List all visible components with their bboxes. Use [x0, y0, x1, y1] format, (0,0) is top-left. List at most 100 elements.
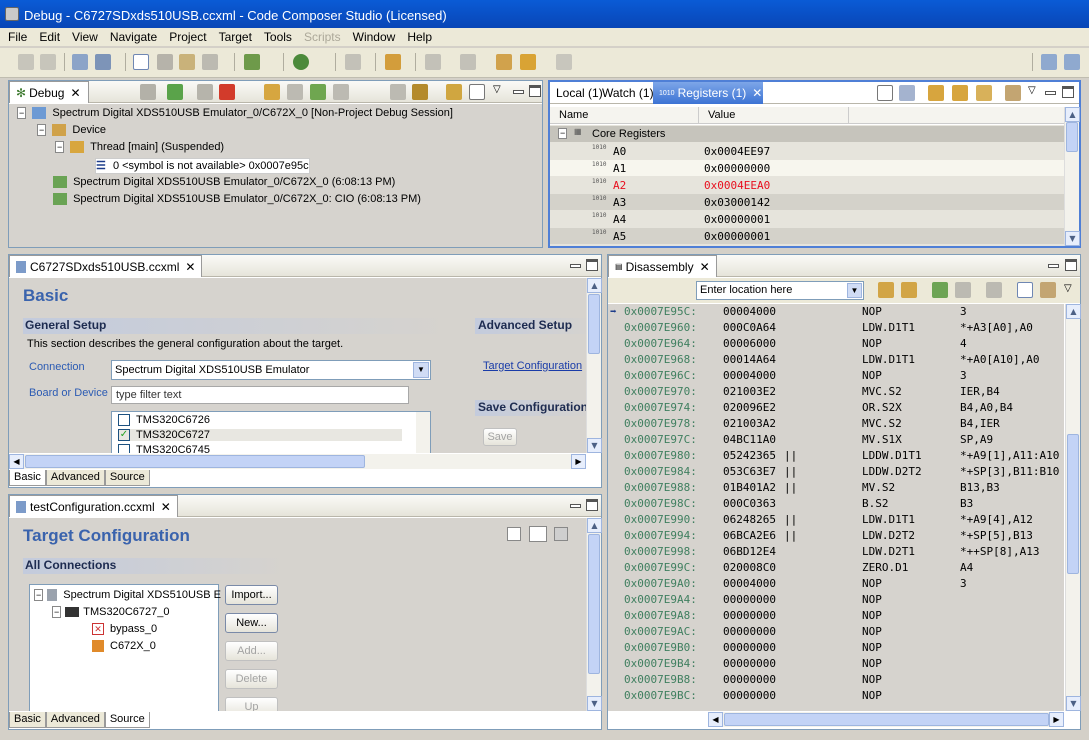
close-icon[interactable]: ✕ [700, 260, 710, 274]
tab-advanced[interactable]: Advanced [45, 470, 105, 486]
lock-icon[interactable] [976, 85, 992, 101]
layout-icon[interactable] [529, 526, 547, 542]
location-input[interactable]: Enter location here ▼ [696, 281, 864, 300]
close-icon[interactable]: ✕ [161, 500, 171, 514]
disassembly-row[interactable]: 0x0007E988: 01B401A2 || MV.S2 B13,B3 [608, 480, 1064, 496]
disassembly-row[interactable]: 0x0007E9BC: 00000000 NOP [608, 688, 1064, 704]
forward-icon[interactable] [556, 54, 572, 70]
disassembly-row[interactable]: 0x0007E98C: 000C0363 B.S2 B3 [608, 496, 1064, 512]
disassembly-row[interactable]: 0x0007E974: 020096E2 OR.S2X B4,A0,B4 [608, 400, 1064, 416]
disassembly-row[interactable]: 0x0007E968: 00014A64 LDW.D1T1 *+A0[A10],A0 [608, 352, 1064, 368]
column-name-header[interactable]: Name [559, 109, 588, 121]
disassembly-row[interactable]: 0x0007E99C: 020008C0 ZERO.D1 A4 [608, 560, 1064, 576]
menu-navigate[interactable]: Navigate [106, 30, 161, 44]
menu-scripts[interactable]: Scripts [300, 30, 345, 44]
scroll-up-button[interactable]: ▲ [587, 278, 602, 293]
device-item[interactable]: ✓ TMS320C6727 [118, 429, 402, 442]
close-icon[interactable]: ✕ [752, 86, 762, 100]
step-over-icon[interactable] [955, 282, 971, 298]
maximize-icon[interactable] [1062, 86, 1074, 98]
disassembly-row[interactable]: 0x0007E964: 00006000 NOP 4 [608, 336, 1064, 352]
filter-input[interactable]: type filter text [111, 386, 409, 404]
maximize-icon[interactable] [529, 85, 541, 97]
tab-source[interactable]: Source [104, 712, 150, 728]
register-value[interactable]: 0x00000000 [704, 162, 770, 175]
disassembly-row[interactable]: 0x0007E960: 000C0A64 LDW.D1T1 *+A3[A0],A0 [608, 320, 1064, 336]
register-value[interactable]: 0x03000142 [704, 196, 770, 209]
register-row[interactable]: 1010 A2 0x0004EEA0 [550, 177, 1064, 193]
tool-icon[interactable] [157, 54, 173, 70]
list-icon[interactable] [554, 527, 568, 541]
go-icon[interactable] [878, 282, 894, 298]
add-button[interactable]: Add... [225, 641, 278, 661]
chevron-down-icon[interactable]: ▼ [847, 283, 862, 298]
print-icon[interactable] [40, 54, 56, 70]
scroll-down-button[interactable]: ▼ [1065, 231, 1080, 246]
disassembly-row[interactable]: 0x0007E9B0: 00000000 NOP [608, 640, 1064, 656]
menu-window[interactable]: Window [349, 30, 400, 44]
disassembly-row[interactable]: 0x0007E9B4: 00000000 NOP [608, 656, 1064, 672]
scroll-thumb[interactable] [588, 294, 600, 354]
edit-icon[interactable] [345, 54, 361, 70]
refresh-icon[interactable] [901, 282, 917, 298]
tab-source[interactable]: Source [104, 470, 150, 486]
menu-help[interactable]: Help [403, 30, 436, 44]
back-icon[interactable] [520, 54, 536, 70]
save-icon[interactable] [18, 54, 34, 70]
disassembly-row[interactable]: 0x0007E980: 05242365 || LDDW.D1T1 *+A9[1],A1… [608, 448, 1064, 464]
tab-test-config[interactable]: testConfiguration.ccxml ✕ [9, 495, 178, 517]
scroll-down-button[interactable]: ▼ [587, 438, 602, 453]
device-list-scrollbar[interactable] [416, 412, 430, 453]
link-icon[interactable] [1017, 282, 1033, 298]
scroll-up-button[interactable]: ▲ [1066, 304, 1081, 319]
tab-watch[interactable]: Watch (1) [596, 82, 660, 104]
scroll-down-button[interactable]: ▼ [1066, 696, 1081, 711]
menu-tools[interactable]: Tools [260, 30, 296, 44]
connection-select[interactable]: Spectrum Digital XDS510USB Emulator ▼ [111, 360, 431, 380]
menu-file[interactable]: File [4, 30, 31, 44]
tree-item-device[interactable]: − TMS320C6727_0 [52, 606, 170, 618]
scroll-up-button[interactable]: ▲ [1065, 107, 1080, 122]
minimize-icon[interactable] [1047, 259, 1059, 271]
tab-disassembly[interactable]: ▤ Disassembly ✕ [608, 255, 717, 277]
scroll-up-button[interactable]: ▲ [587, 518, 602, 533]
perspective-icon[interactable] [1064, 54, 1080, 70]
new-view-icon[interactable] [1005, 85, 1021, 101]
register-value[interactable]: 0x0004EEA0 [704, 179, 770, 192]
collapse-all-icon[interactable] [507, 527, 521, 541]
scroll-right-button[interactable]: ▶ [571, 454, 586, 469]
tab-advanced[interactable]: Advanced [45, 712, 105, 728]
disassembly-row[interactable]: 0x0007E9A4: 00000000 NOP [608, 592, 1064, 608]
delete-button[interactable]: Delete [225, 669, 278, 689]
disassembly-row[interactable]: 0x0007E97C: 04BC11A0 MV.S1X SP,A9 [608, 432, 1064, 448]
tree-item-cio[interactable]: Spectrum Digital XDS510USB Emulator_0/C6… [53, 193, 542, 209]
horizontal-scrollbar[interactable]: ◀ ▶ [708, 712, 1064, 727]
assembly-step-icon[interactable] [333, 84, 349, 100]
scroll-thumb[interactable] [1066, 122, 1078, 152]
open-perspective-icon[interactable] [1041, 54, 1057, 70]
load-program-icon[interactable] [179, 54, 195, 70]
register-value[interactable]: 0x00000001 [704, 230, 770, 243]
collapse-all-icon[interactable] [877, 85, 893, 101]
tree-item-frame[interactable]: ☰ 0 <symbol is not available> 0x0007e95c [95, 158, 310, 174]
build-icon[interactable] [244, 54, 260, 70]
disassembly-row[interactable]: ➡ 0x0007E95C: 00004000 NOP 3 [608, 304, 1064, 320]
chevron-down-icon[interactable]: ▼ [413, 362, 429, 378]
disassembly-row[interactable]: 0x0007E9A8: 00000000 NOP [608, 608, 1064, 624]
register-group-core[interactable]: − ▦ Core Registers [550, 126, 1064, 142]
scroll-thumb[interactable] [1067, 434, 1079, 574]
tree-item-session[interactable]: − Spectrum Digital XDS510USB Emulator_0/… [17, 107, 542, 123]
minimize-icon[interactable] [512, 85, 524, 97]
menu-target[interactable]: Target [215, 30, 256, 44]
register-value[interactable]: 0x00000001 [704, 213, 770, 226]
view-menu-icon[interactable]: ▽ [1064, 283, 1072, 294]
register-row[interactable]: 1010 A5 0x00000001 [550, 228, 1064, 244]
minimize-icon[interactable] [569, 259, 581, 271]
minimize-icon[interactable] [569, 499, 581, 511]
tab-registers[interactable]: 1010 Registers (1) ✕ [653, 82, 763, 104]
previous-annotation-icon[interactable] [460, 54, 476, 70]
tab-basic[interactable]: Basic [9, 712, 46, 728]
suspend-icon[interactable] [197, 84, 213, 100]
checkbox[interactable] [118, 444, 130, 453]
scroll-left-button[interactable]: ◀ [9, 454, 24, 469]
